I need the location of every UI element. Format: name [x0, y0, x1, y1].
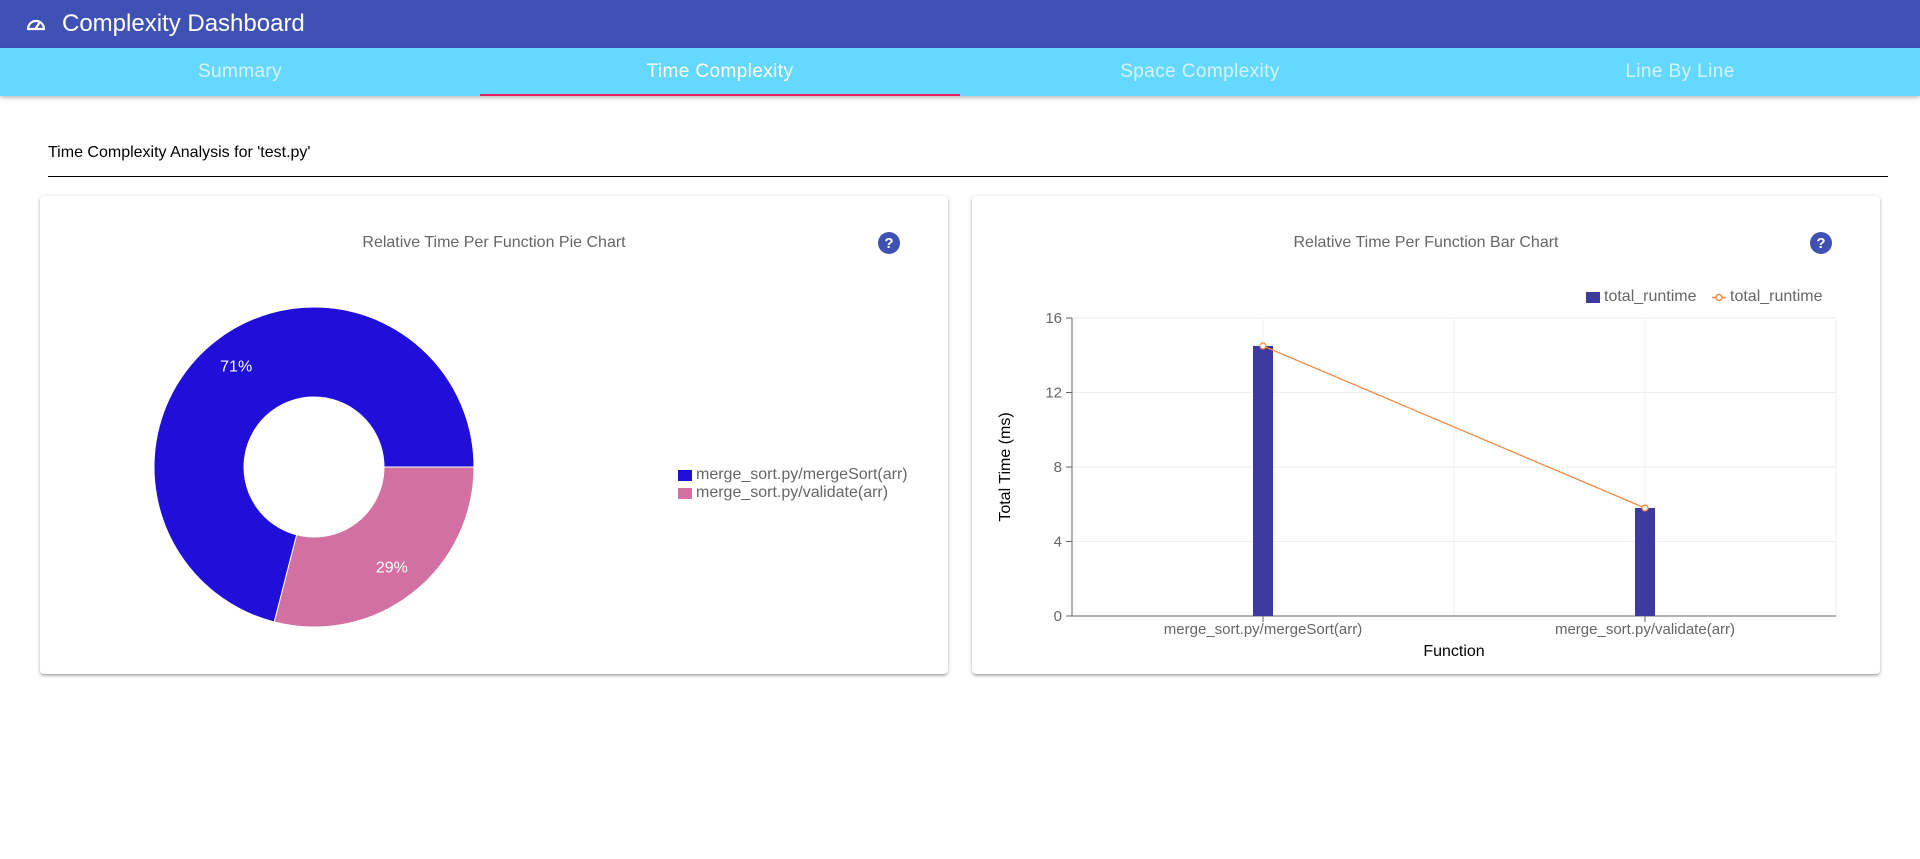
bar[interactable]	[1635, 507, 1655, 616]
pie-slice-label: 29%	[376, 559, 408, 576]
app-bar: Complexity Dashboard	[0, 0, 1920, 48]
y-tick-label: 0	[1054, 608, 1062, 625]
tab-summary[interactable]: Summary	[0, 48, 480, 96]
bar[interactable]	[1253, 345, 1273, 616]
legend-label: total_runtime	[1730, 288, 1823, 305]
line-point[interactable]	[1259, 342, 1267, 350]
legend-swatch	[1586, 291, 1600, 303]
pie-slice-label: 71%	[220, 359, 252, 376]
page-heading: Time Complexity Analysis for 'test.py'	[48, 144, 311, 161]
pie-chart-title: Relative Time Per Function Pie Chart	[362, 234, 626, 251]
heading-divider	[48, 176, 1888, 177]
tab-space-complexity[interactable]: Space Complexity	[960, 48, 1440, 96]
y-tick-label: 16	[1045, 310, 1062, 327]
pie-help-icon[interactable]: ?	[878, 232, 900, 254]
legend-swatch	[678, 469, 692, 481]
y-tick-label: 12	[1045, 385, 1062, 402]
pie-legend-item-mergesort: merge_sort.py/mergeSort(arr)	[678, 466, 908, 484]
bar-legend-item-bar: total_runtime	[1586, 288, 1697, 306]
y-axis-label: Total Time (ms)	[997, 412, 1014, 521]
tab-time-complexity[interactable]: Time Complexity	[480, 48, 960, 96]
x-tick-label: merge_sort.py/mergeSort(arr)	[1164, 621, 1362, 638]
x-tick-label: merge_sort.py/validate(arr)	[1555, 621, 1735, 638]
app-title: Complexity Dashboard	[62, 10, 305, 37]
pie-slice[interactable]	[273, 466, 475, 628]
bar-legend-item-line: total_runtime	[1712, 288, 1823, 306]
tab-bar: Summary Time Complexity Space Complexity…	[0, 48, 1920, 96]
legend-swatch	[678, 487, 692, 499]
bar-chart-card: 0 4 8 12 16 merge_sort.py/mergeSort(arr) merge…	[972, 196, 1880, 674]
legend-line-swatch	[1712, 293, 1726, 301]
grid	[1071, 317, 1837, 617]
y-tick-label: 8	[1054, 459, 1062, 476]
line-point[interactable]	[1641, 504, 1649, 512]
legend-label: merge_sort.py/validate(arr)	[696, 484, 889, 501]
pie-chart-card: 29% 71% Relative Time Per Function Pie Ch…	[40, 196, 948, 674]
legend-label: total_runtime	[1604, 288, 1697, 305]
bar-chart: 0 4 8 12 16 merge_sort.py/mergeSort(arr) merge…	[997, 310, 1837, 660]
x-axis-label: Function	[1423, 643, 1484, 660]
pie-chart: 29% 71%	[153, 306, 475, 628]
speedometer-icon	[22, 10, 50, 38]
tab-line-by-line[interactable]: Line By Line	[1440, 48, 1920, 96]
bar-chart-title: Relative Time Per Function Bar Chart	[1293, 234, 1559, 251]
pie-legend-item-validate: merge_sort.py/validate(arr)	[678, 484, 888, 502]
bar-help-icon[interactable]: ?	[1810, 232, 1832, 254]
y-tick-label: 4	[1054, 534, 1062, 551]
legend-label: merge_sort.py/mergeSort(arr)	[696, 466, 908, 483]
